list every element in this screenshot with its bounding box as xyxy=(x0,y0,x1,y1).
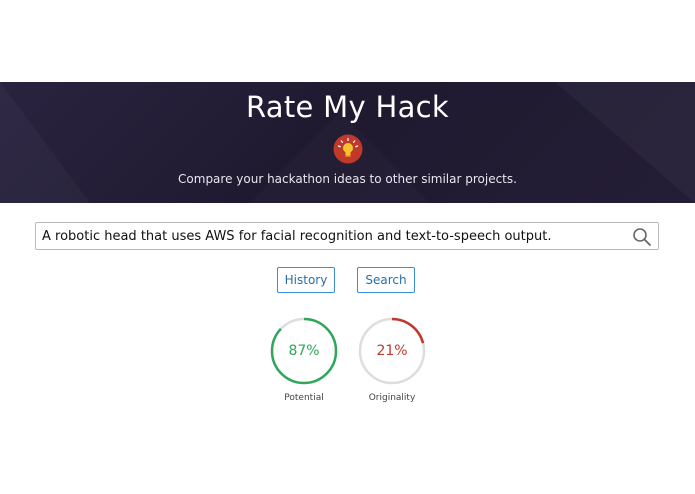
potential-gauge: 87% xyxy=(269,316,339,386)
page-title: Rate My Hack xyxy=(245,90,450,124)
search-icon[interactable] xyxy=(632,227,652,247)
originality-value: 21% xyxy=(376,343,408,359)
potential-label: Potential xyxy=(284,393,324,403)
potential-value: 87% xyxy=(288,343,320,359)
originality-gauge: 21% xyxy=(357,316,427,386)
originality-label: Originality xyxy=(368,393,416,403)
history-button[interactable]: History xyxy=(277,267,335,293)
page: Rate My Hack Compare your hackathon idea… xyxy=(0,0,695,494)
search-input[interactable] xyxy=(42,223,622,249)
search-button[interactable]: Search xyxy=(357,267,415,293)
page-subtitle: Compare your hackathon ideas to other si… xyxy=(178,172,517,186)
lightbulb-icon xyxy=(333,134,363,164)
search-box xyxy=(35,222,659,250)
